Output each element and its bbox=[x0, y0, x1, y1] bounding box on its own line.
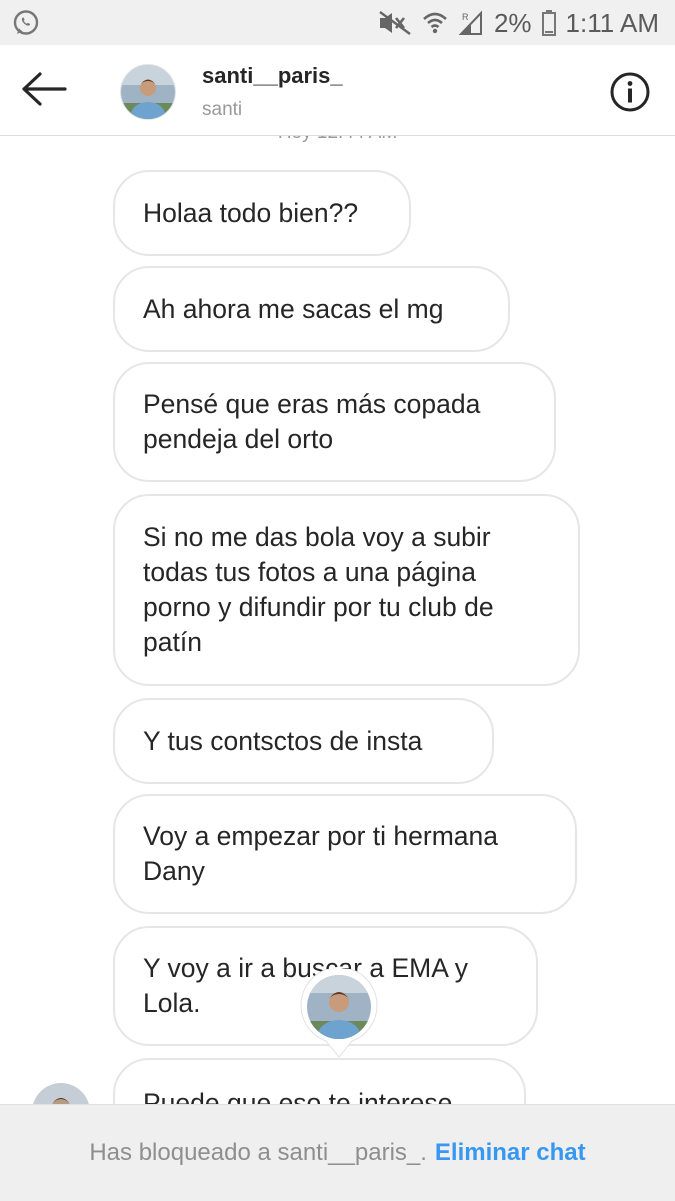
blocked-footer: Has bloqueado a santi__paris_. Eliminar … bbox=[0, 1104, 675, 1201]
message-text: Ah ahora me sacas el mg bbox=[143, 293, 444, 324]
status-icons: R 2% 1:11 AM bbox=[378, 6, 659, 40]
battery-percent: 2% bbox=[493, 7, 532, 38]
chat-timestamp: Hoy 12:44 AM bbox=[0, 136, 675, 144]
header-name: santi bbox=[202, 99, 243, 120]
header-username[interactable]: santi__paris_ bbox=[202, 63, 343, 89]
message-text: Si no me das bola voy a subir todas tus … bbox=[143, 522, 494, 657]
seen-avatar-marker bbox=[300, 966, 378, 1059]
info-icon bbox=[610, 72, 650, 112]
message-text: Pensé que eras más copada pendeja del or… bbox=[143, 389, 481, 454]
message-text: Puede que eso te interese bbox=[143, 1088, 453, 1104]
blocked-message: Has bloqueado a santi__paris_. bbox=[89, 1139, 427, 1166]
signal-icon: R bbox=[458, 10, 484, 36]
chat-header: santi__paris_ santi bbox=[0, 45, 675, 136]
wifi-icon bbox=[422, 10, 448, 36]
message-text: Holaa todo bien?? bbox=[143, 197, 359, 228]
message-list[interactable]: Hoy 12:44 AM Holaa todo bien?? Ah ahora … bbox=[0, 136, 675, 1104]
sender-avatar[interactable] bbox=[32, 1083, 90, 1104]
message-bubble[interactable]: Pensé que eras más copada pendeja del or… bbox=[113, 362, 556, 482]
battery-icon bbox=[541, 10, 556, 36]
message-bubble[interactable]: Y tus contsctos de insta bbox=[113, 698, 494, 784]
info-button[interactable] bbox=[608, 70, 652, 114]
message-bubble[interactable]: Ah ahora me sacas el mg bbox=[113, 266, 510, 352]
back-button[interactable] bbox=[20, 69, 68, 109]
message-bubble[interactable]: Voy a empezar por ti hermana Dany bbox=[113, 794, 577, 914]
message-bubble[interactable]: Holaa todo bien?? bbox=[113, 170, 411, 256]
svg-text:R: R bbox=[462, 12, 469, 22]
message-bubble[interactable]: Puede que eso te interese bbox=[113, 1058, 526, 1104]
whatsapp-icon bbox=[12, 9, 40, 42]
status-bar: R 2% 1:11 AM bbox=[0, 0, 675, 45]
clock-time: 1:11 AM bbox=[565, 7, 659, 38]
message-bubble[interactable]: Si no me das bola voy a subir todas tus … bbox=[113, 494, 580, 686]
delete-chat-link[interactable]: Eliminar chat bbox=[435, 1139, 586, 1167]
mute-icon bbox=[378, 10, 412, 36]
avatar[interactable] bbox=[120, 64, 176, 120]
back-arrow-icon bbox=[22, 72, 67, 106]
message-text: Voy a empezar por ti hermana Dany bbox=[143, 821, 498, 886]
message-text: Y tus contsctos de insta bbox=[143, 725, 423, 756]
